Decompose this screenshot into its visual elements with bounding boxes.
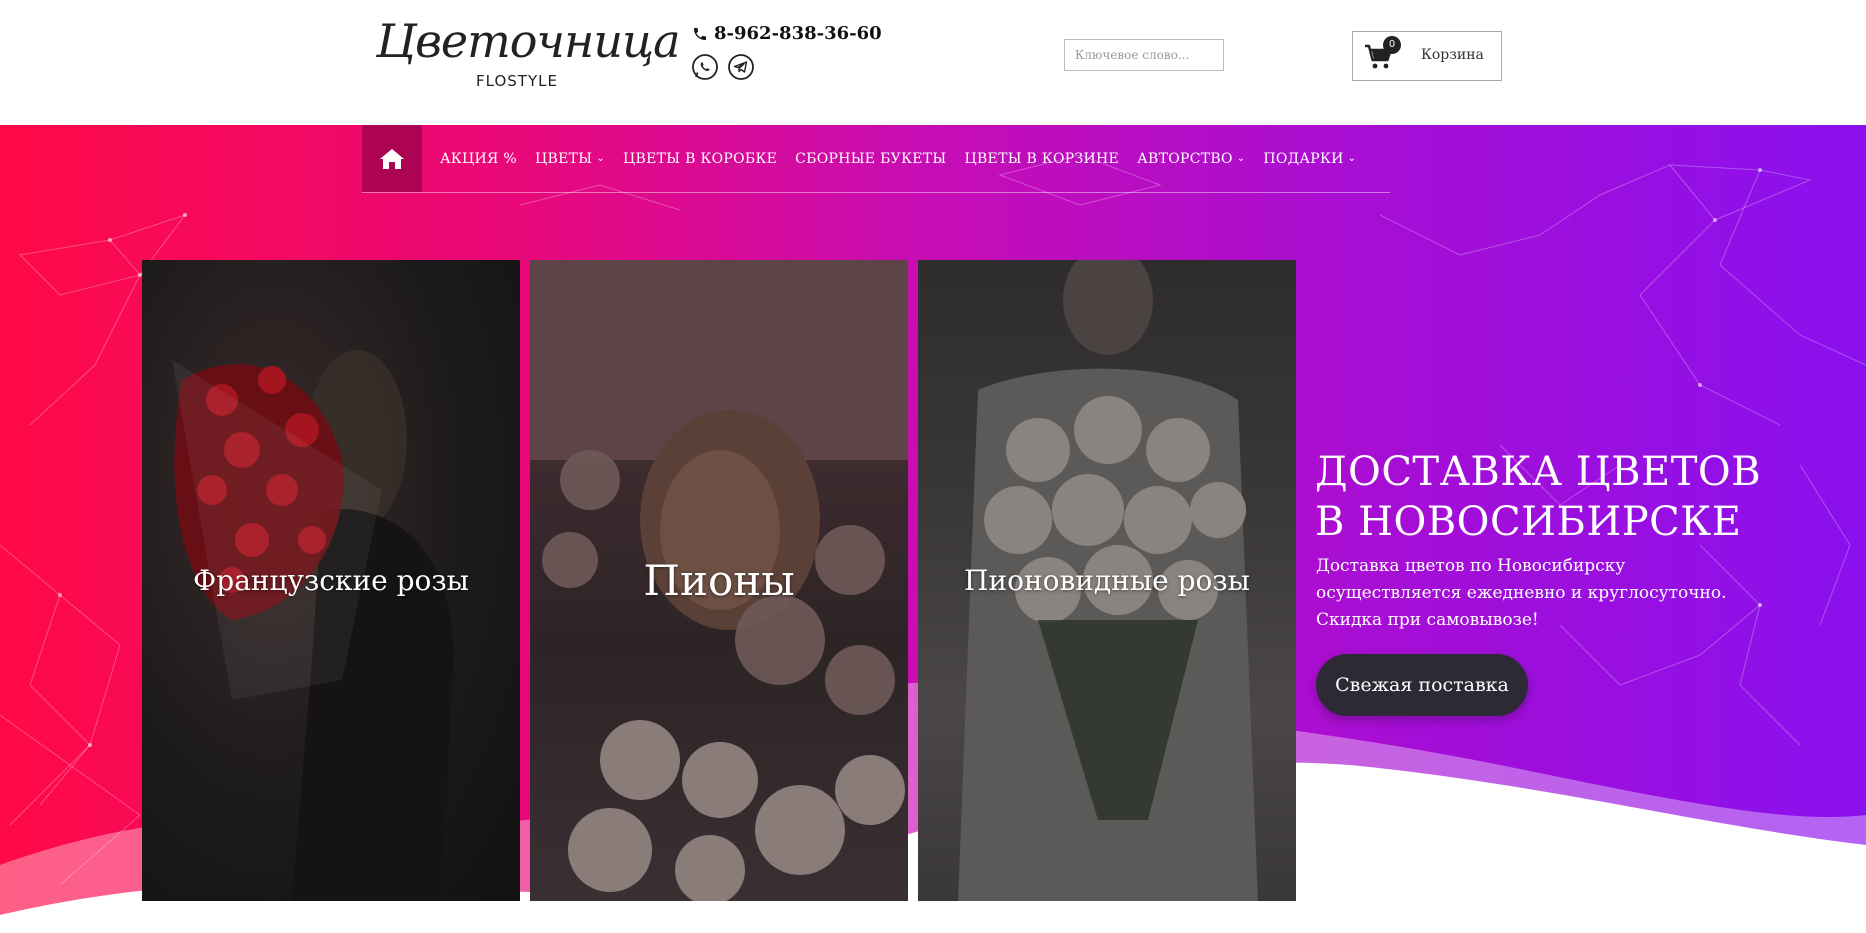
card-title: Французские розы (193, 564, 469, 597)
site-logo[interactable]: Цветочница FLOSTYLE (376, 14, 680, 94)
nav-item-flowers-in-basket[interactable]: ЦВЕТЫ В КОРЗИНЕ (964, 151, 1119, 167)
nav-item-label: АКЦИЯ % (440, 150, 518, 167)
chevron-down-icon: ⌄ (1236, 153, 1246, 164)
nav-item-mixed-bouquets[interactable]: СБОРНЫЕ БУКЕТЫ (795, 151, 946, 167)
card-title: Пионы (643, 556, 795, 605)
phone-number: 8-962-838-36-60 (714, 23, 882, 44)
cart-count-badge: 0 (1383, 36, 1401, 54)
promo-description: Доставка цветов по Новосибирску осуществ… (1316, 553, 1736, 634)
category-card-peony-roses[interactable]: Пионовидные розы (918, 260, 1296, 901)
nav-item-flowers[interactable]: ЦВЕТЫ ⌄ (535, 151, 605, 167)
promo-heading-line: В НОВОСИБИРСКЕ (1315, 499, 1742, 545)
nav-item-label: АВТОРСТВО (1137, 150, 1233, 167)
nav-item-label: ЦВЕТЫ В КОРЗИНЕ (964, 150, 1120, 167)
nav-item-sale[interactable]: АКЦИЯ % (440, 151, 517, 167)
card-title: Пионовидные розы (964, 564, 1250, 597)
category-card-french-roses[interactable]: Французские розы (142, 260, 520, 901)
cart-label: Корзина (1421, 47, 1484, 63)
whatsapp-icon[interactable] (691, 53, 719, 81)
fresh-delivery-button[interactable]: Свежая поставка (1316, 654, 1528, 716)
promo-heading: ДОСТАВКА ЦВЕТОВ В НОВОСИБИРСКЕ (1315, 447, 1762, 547)
nav-item-authorship[interactable]: АВТОРСТВО ⌄ (1137, 151, 1245, 167)
promo-text-line: осуществляется ежедневно и круглосуточно… (1316, 583, 1727, 603)
nav-item-label: СБОРНЫЕ БУКЕТЫ (795, 150, 947, 167)
logo-subtitle: FLOSTYLE (476, 72, 558, 90)
nav-home-button[interactable] (362, 125, 422, 192)
chevron-down-icon: ⌄ (1347, 153, 1357, 164)
nav-item-label: ЦВЕТЫ (535, 150, 593, 167)
nav-item-flowers-in-box[interactable]: ЦВЕТЫ В КОРОБКЕ (623, 151, 777, 167)
promo-text-line: Доставка цветов по Новосибирску (1316, 556, 1626, 576)
promo-text-line: Скидка при самовывозе! (1316, 610, 1539, 630)
category-card-peonies[interactable]: Пионы (530, 260, 908, 901)
site-header: Цветочница FLOSTYLE 8-962-838-36-60 Ключ… (0, 0, 1866, 125)
nav-item-label: ЦВЕТЫ В КОРОБКЕ (623, 150, 778, 167)
logo-script-text: Цветочница (376, 14, 680, 68)
chevron-down-icon: ⌄ (596, 153, 606, 164)
main-nav: АКЦИЯ % ЦВЕТЫ ⌄ ЦВЕТЫ В КОРОБКЕ СБОРНЫЕ Б… (362, 125, 1390, 193)
hero-banner: АКЦИЯ % ЦВЕТЫ ⌄ ЦВЕТЫ В КОРОБКЕ СБОРНЫЕ Б… (0, 125, 1866, 933)
nav-item-label: ПОДАРКИ (1263, 150, 1344, 167)
home-icon (380, 148, 404, 169)
cart-button[interactable]: 0 Корзина (1352, 31, 1502, 81)
promo-heading-line: ДОСТАВКА ЦВЕТОВ (1315, 449, 1762, 495)
phone-icon (694, 27, 706, 40)
nav-item-gifts[interactable]: ПОДАРКИ ⌄ (1263, 151, 1356, 167)
search-input[interactable]: Ключевое слово... (1064, 39, 1224, 71)
messenger-links (691, 53, 755, 81)
phone-link[interactable]: 8-962-838-36-60 (692, 23, 882, 44)
telegram-icon[interactable] (727, 53, 755, 81)
